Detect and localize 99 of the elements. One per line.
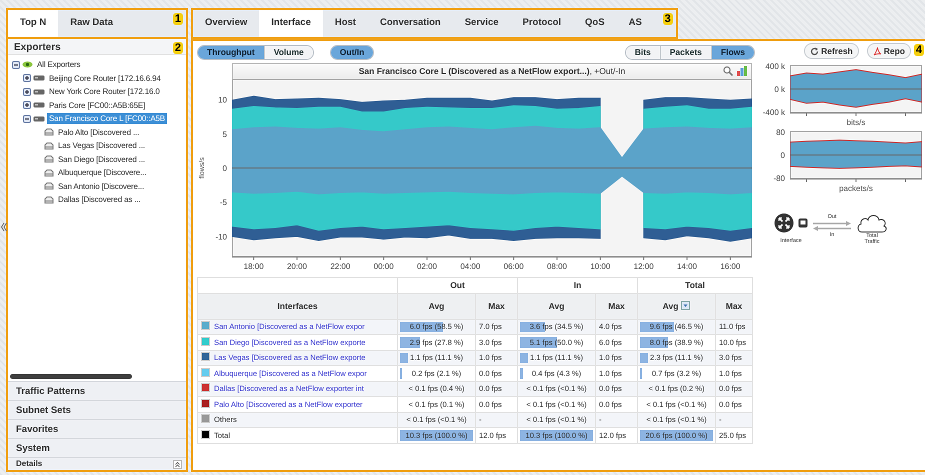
- toggle-button[interactable]: Bits: [626, 46, 660, 58]
- tree-item[interactable]: Dallas [Discovered as ...: [56, 194, 143, 206]
- tab[interactable]: AS: [616, 10, 654, 37]
- column-header[interactable]: Avg: [548, 300, 564, 311]
- axis-label: -400 k: [762, 108, 785, 117]
- zoom-icon[interactable]: [723, 66, 733, 76]
- callout-number: 1: [172, 13, 183, 25]
- column-group-header: Total: [685, 280, 705, 290]
- axis-label: 20:00: [286, 262, 308, 271]
- toggle-button[interactable]: Out/In: [330, 46, 374, 58]
- tree-item[interactable]: Beijing Core Router [172.16.6.94: [47, 72, 163, 84]
- axis-label: 06:00: [504, 262, 524, 271]
- interface-icon: [44, 196, 54, 204]
- collapse-icon[interactable]: [12, 60, 20, 69]
- axis-label: 22:00: [330, 262, 350, 271]
- column-header[interactable]: Avg: [662, 300, 690, 311]
- column-group-header: In: [574, 280, 582, 290]
- details-label: Details: [16, 458, 42, 470]
- axis-label: -5: [220, 198, 227, 208]
- tree-item[interactable]: Las Vegas [Discovered ...: [56, 140, 147, 152]
- tab[interactable]: Overview: [193, 10, 260, 37]
- router-icon: [33, 75, 45, 82]
- tree-item[interactable]: All Exporters: [35, 59, 82, 70]
- tab[interactable]: Conversation: [368, 10, 453, 37]
- action-button[interactable]: Refresh: [804, 43, 859, 59]
- chevron-up-icon[interactable]: [173, 460, 182, 468]
- tab[interactable]: Protocol: [510, 10, 574, 37]
- toggle-button[interactable]: Packets: [660, 46, 711, 58]
- interface-icon: [44, 142, 54, 150]
- expand-icon[interactable]: [23, 74, 31, 82]
- column-header[interactable]: Max: [608, 300, 625, 311]
- interface-icon: [44, 128, 54, 136]
- collapse-handle-icon[interactable]: [1, 222, 7, 232]
- accordion-header[interactable]: Traffic Patterns: [8, 381, 186, 400]
- callout-number: 3: [662, 13, 673, 25]
- accordion-header[interactable]: System: [8, 438, 186, 457]
- sort-icon[interactable]: [681, 300, 690, 310]
- refresh-icon: [810, 46, 820, 56]
- cloud-icon: [856, 213, 888, 233]
- tab[interactable]: Host: [322, 10, 368, 37]
- axis-label: 0: [222, 164, 227, 173]
- router-icon: [33, 116, 45, 122]
- toggle-button[interactable]: Flows: [710, 46, 754, 58]
- axis-label: 10:00: [590, 262, 610, 271]
- accordion-header[interactable]: Subnet Sets: [8, 400, 186, 419]
- toggle-button[interactable]: Throughput: [198, 46, 264, 58]
- action-button[interactable]: Repo: [866, 43, 911, 59]
- tab[interactable]: Raw Data: [58, 10, 125, 37]
- router-icon: [33, 88, 45, 95]
- tab[interactable]: QoS: [573, 10, 617, 37]
- tab[interactable]: Interface: [259, 10, 323, 37]
- axis-label: 10: [218, 96, 227, 105]
- axis-label: 0: [780, 151, 785, 160]
- tab[interactable]: Service: [452, 10, 511, 37]
- column-header[interactable]: Max: [488, 300, 505, 311]
- tree-item[interactable]: Albuquerque [Discovere...: [56, 167, 148, 178]
- tree-item[interactable]: San Antonio [Discovere...: [56, 180, 146, 192]
- column-header[interactable]: Interfaces: [277, 300, 318, 311]
- tree-item[interactable]: Paris Core [FC00::A5B:65E]: [47, 100, 148, 111]
- axis-title: bits/s: [846, 118, 866, 127]
- axis-label: 12:00: [634, 262, 654, 271]
- arrows-icon: [812, 221, 852, 232]
- axis-label: 18:00: [244, 262, 264, 271]
- router-icon: [774, 213, 794, 233]
- axis-label: 16:00: [720, 262, 740, 271]
- axis-label: 00:00: [374, 262, 394, 271]
- scrollbar[interactable]: [10, 374, 132, 379]
- expand-icon[interactable]: [23, 88, 31, 96]
- collapse-icon[interactable]: [23, 114, 31, 123]
- tree-item[interactable]: San Diego [Discovered ...: [56, 154, 147, 165]
- interface-icon: [44, 155, 54, 164]
- interface-icon: [44, 168, 54, 177]
- toggle-button[interactable]: Volume: [264, 46, 313, 58]
- tree-item[interactable]: Palo Alto [Discovered ...: [56, 126, 142, 138]
- axis-label: 5: [222, 130, 227, 139]
- callout-number: 4: [914, 44, 924, 56]
- axis-label: 400 k: [765, 62, 785, 72]
- column-group-header: Out: [450, 280, 465, 290]
- axis-label: 0 k: [774, 85, 785, 94]
- axis-title: packets/s: [839, 184, 873, 193]
- expand-icon[interactable]: [23, 101, 31, 110]
- column-header[interactable]: Max: [726, 300, 742, 311]
- axis-label: 02:00: [416, 262, 438, 271]
- accordion-header[interactable]: Favorites: [8, 419, 186, 438]
- axis-label: 14:00: [676, 262, 698, 271]
- tab[interactable]: Top N: [8, 10, 58, 37]
- axis-label: 04:00: [460, 262, 480, 271]
- interface-icon: [44, 182, 54, 190]
- chart-title: San Francisco Core L (Discovered as a NetFlow export...), +Out/-In: [358, 65, 626, 78]
- axis-label: -10: [215, 232, 227, 242]
- tree-item[interactable]: New York Core Router [172.16.0: [47, 86, 162, 98]
- chart-icon[interactable]: [737, 66, 747, 76]
- axis-label: 80: [776, 128, 785, 138]
- column-header[interactable]: Avg: [428, 300, 444, 311]
- router-icon: [33, 102, 45, 108]
- eye-icon: [22, 61, 33, 68]
- axis-label: 08:00: [546, 262, 568, 271]
- axis-label: -80: [773, 174, 785, 183]
- interface-icon: [798, 218, 808, 228]
